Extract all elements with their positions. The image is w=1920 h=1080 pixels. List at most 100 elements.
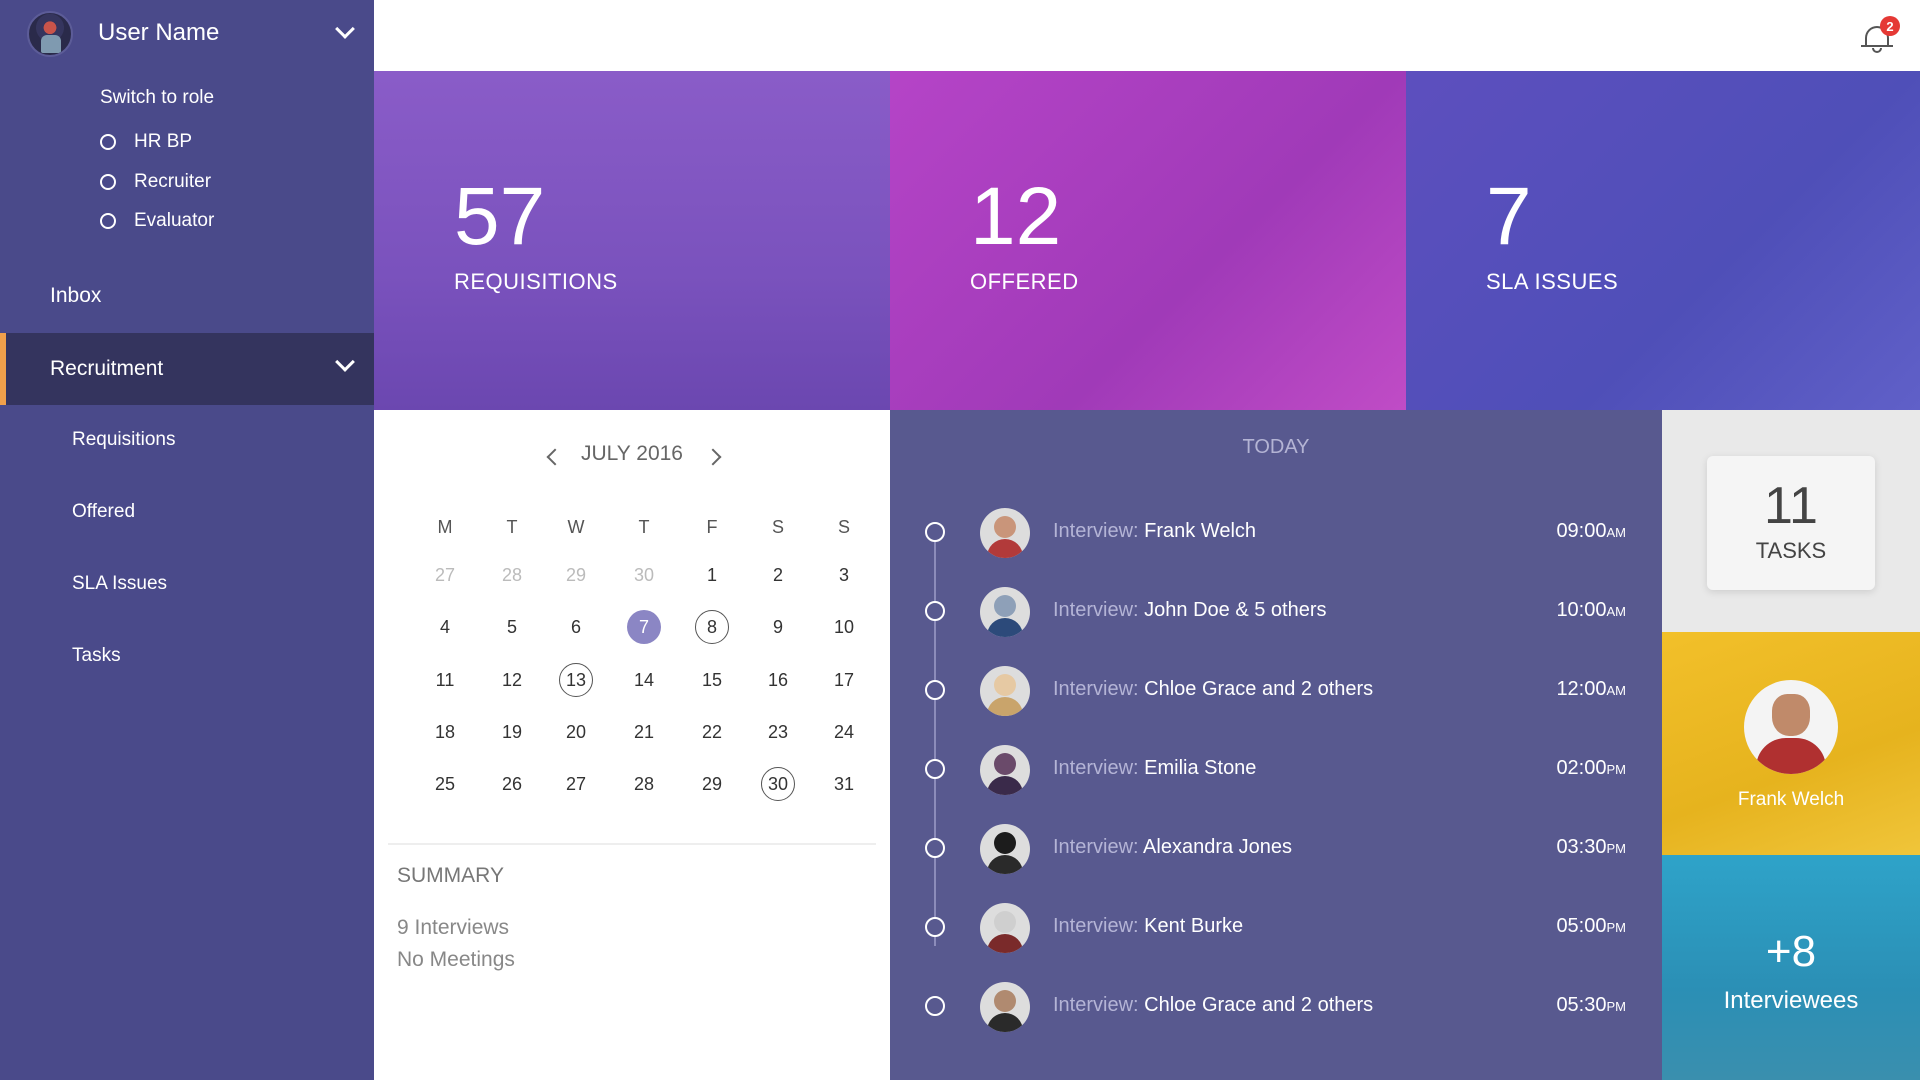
chevron-down-icon[interactable] [335,352,355,372]
calendar-day[interactable]: 3 [827,558,861,592]
calendar-day[interactable]: 28 [495,558,529,592]
calendar-day[interactable]: 1 [695,558,729,592]
role-option-recruiter[interactable]: Recruiter [100,170,211,194]
calendar-day[interactable]: 18 [428,715,462,749]
calendar-day[interactable]: 17 [827,663,861,697]
tasks-tile[interactable]: 11 TASKS [1662,410,1920,632]
calendar-day[interactable]: 26 [495,767,529,801]
attendee-avatar [980,982,1030,1032]
calendar-day[interactable]: 25 [428,767,462,801]
attendee-avatar [980,666,1030,716]
calendar-day[interactable]: 29 [695,767,729,801]
nav-item-inbox[interactable]: Inbox [0,260,374,332]
radio-icon[interactable] [100,213,116,229]
role-option-hr-bp[interactable]: HR BP [100,130,192,154]
timeline-event[interactable]: Interview: Alexandra Jones 03:30PM [890,820,1662,876]
interviewees-tile[interactable]: +8 Interviewees [1662,855,1920,1080]
sidebar-item-offered[interactable]: Offered [72,501,135,523]
event-title: Interview: Kent Burke [1053,915,1243,938]
timeline-dot [925,917,945,937]
calendar-day[interactable]: 30 [761,767,795,801]
summary-title: SUMMARY [397,864,504,887]
timeline-event[interactable]: Interview: Kent Burke 05:00PM [890,899,1662,955]
tasks-count: 11 [1764,477,1818,535]
user-menu[interactable]: User Name [0,0,374,67]
role-label: Evaluator [134,210,215,231]
calendar-day[interactable]: 14 [627,663,661,697]
person-tile[interactable]: Frank Welch [1662,632,1920,855]
event-prefix: Interview: [1053,836,1139,858]
event-time-ampm: AM [1606,604,1627,619]
event-prefix: Interview: [1053,994,1139,1016]
timeline-event[interactable]: Interview: Emilia Stone 02:00PM [890,741,1662,797]
event-name: Frank Welch [1144,520,1257,542]
event-time-value: 09:00 [1556,520,1607,542]
event-time-value: 02:00 [1556,757,1607,779]
weekday-label: S [837,517,850,537]
calendar-day[interactable]: 27 [428,558,462,592]
radio-icon[interactable] [100,134,116,150]
timeline-dot [925,838,945,858]
role-option-evaluator[interactable]: Evaluator [100,209,214,233]
nav-label: Recruitment [50,357,164,380]
calendar-day[interactable]: 6 [559,610,593,644]
event-title: Interview: Alexandra Jones [1053,836,1292,859]
calendar-day[interactable]: 12 [495,663,529,697]
calendar-day[interactable]: 16 [761,663,795,697]
sidebar-item-sla-issues[interactable]: SLA Issues [72,573,167,595]
event-prefix: Interview: [1053,678,1139,700]
timeline-dot [925,996,945,1016]
calendar-day[interactable]: 2 [761,558,795,592]
chevron-down-icon[interactable] [335,19,355,39]
sidebar-item-tasks[interactable]: Tasks [72,645,121,667]
calendar-day[interactable]: 4 [428,610,462,644]
sidebar: User Name Switch to role HR BP Recruiter… [0,0,374,1080]
person-name: Frank Welch [1737,789,1845,810]
calendar-day[interactable]: 15 [695,663,729,697]
calendar-day[interactable]: 9 [761,610,795,644]
stat-label: SLA ISSUES [1486,269,1619,294]
calendar-day[interactable]: 28 [627,767,661,801]
timeline-event[interactable]: Interview: Frank Welch 09:00AM [890,504,1662,560]
event-title: Interview: John Doe & 5 others [1053,599,1327,622]
calendar-day[interactable]: 23 [761,715,795,749]
calendar-day[interactable]: 13 [559,663,593,697]
event-prefix: Interview: [1053,520,1139,542]
calendar-day[interactable]: 8 [695,610,729,644]
calendar-day[interactable]: 11 [428,663,462,697]
weekday-label: W [567,517,585,537]
calendar-day[interactable]: 21 [627,715,661,749]
event-time: 09:00AM [1556,520,1626,543]
calendar-day[interactable]: 22 [695,715,729,749]
calendar-day[interactable]: 30 [627,558,661,592]
timeline-dot [925,601,945,621]
event-time-value: 05:30 [1556,994,1607,1016]
radio-icon[interactable] [100,174,116,190]
timeline-event[interactable]: Interview: John Doe & 5 others 10:00AM [890,583,1662,639]
nav-item-recruitment[interactable]: Recruitment [0,333,374,405]
calendar-day[interactable]: 19 [495,715,529,749]
notification-bell-icon[interactable]: 2 [1861,16,1900,53]
timeline-event[interactable]: Interview: Chloe Grace and 2 others 12:00… [890,662,1662,718]
calendar-day[interactable]: 29 [559,558,593,592]
calendar-day[interactable]: 27 [559,767,593,801]
stat-card-offered[interactable]: 12 OFFERED [890,71,1406,410]
event-time-ampm: AM [1606,525,1627,540]
stat-card-requisitions[interactable]: 57 REQUISITIONS [374,71,890,410]
calendar-day[interactable]: 7 [627,610,661,644]
event-title: Interview: Chloe Grace and 2 others [1053,994,1373,1017]
attendee-avatar [980,745,1030,795]
event-title: Interview: Frank Welch [1053,520,1256,543]
weekday-label: T [506,517,518,537]
sidebar-item-requisitions[interactable]: Requisitions [72,429,176,451]
top-header: 2 [374,0,1920,71]
calendar-day[interactable]: 20 [559,715,593,749]
calendar-day[interactable]: 5 [495,610,529,644]
stat-card-sla-issues[interactable]: 7 SLA ISSUES [1406,71,1920,410]
event-time-ampm: PM [1606,841,1627,856]
calendar-day[interactable]: 10 [827,610,861,644]
calendar-day[interactable]: 31 [827,767,861,801]
timeline-dot [925,680,945,700]
timeline-event[interactable]: Interview: Chloe Grace and 2 others 05:30… [890,978,1662,1034]
calendar-day[interactable]: 24 [827,715,861,749]
